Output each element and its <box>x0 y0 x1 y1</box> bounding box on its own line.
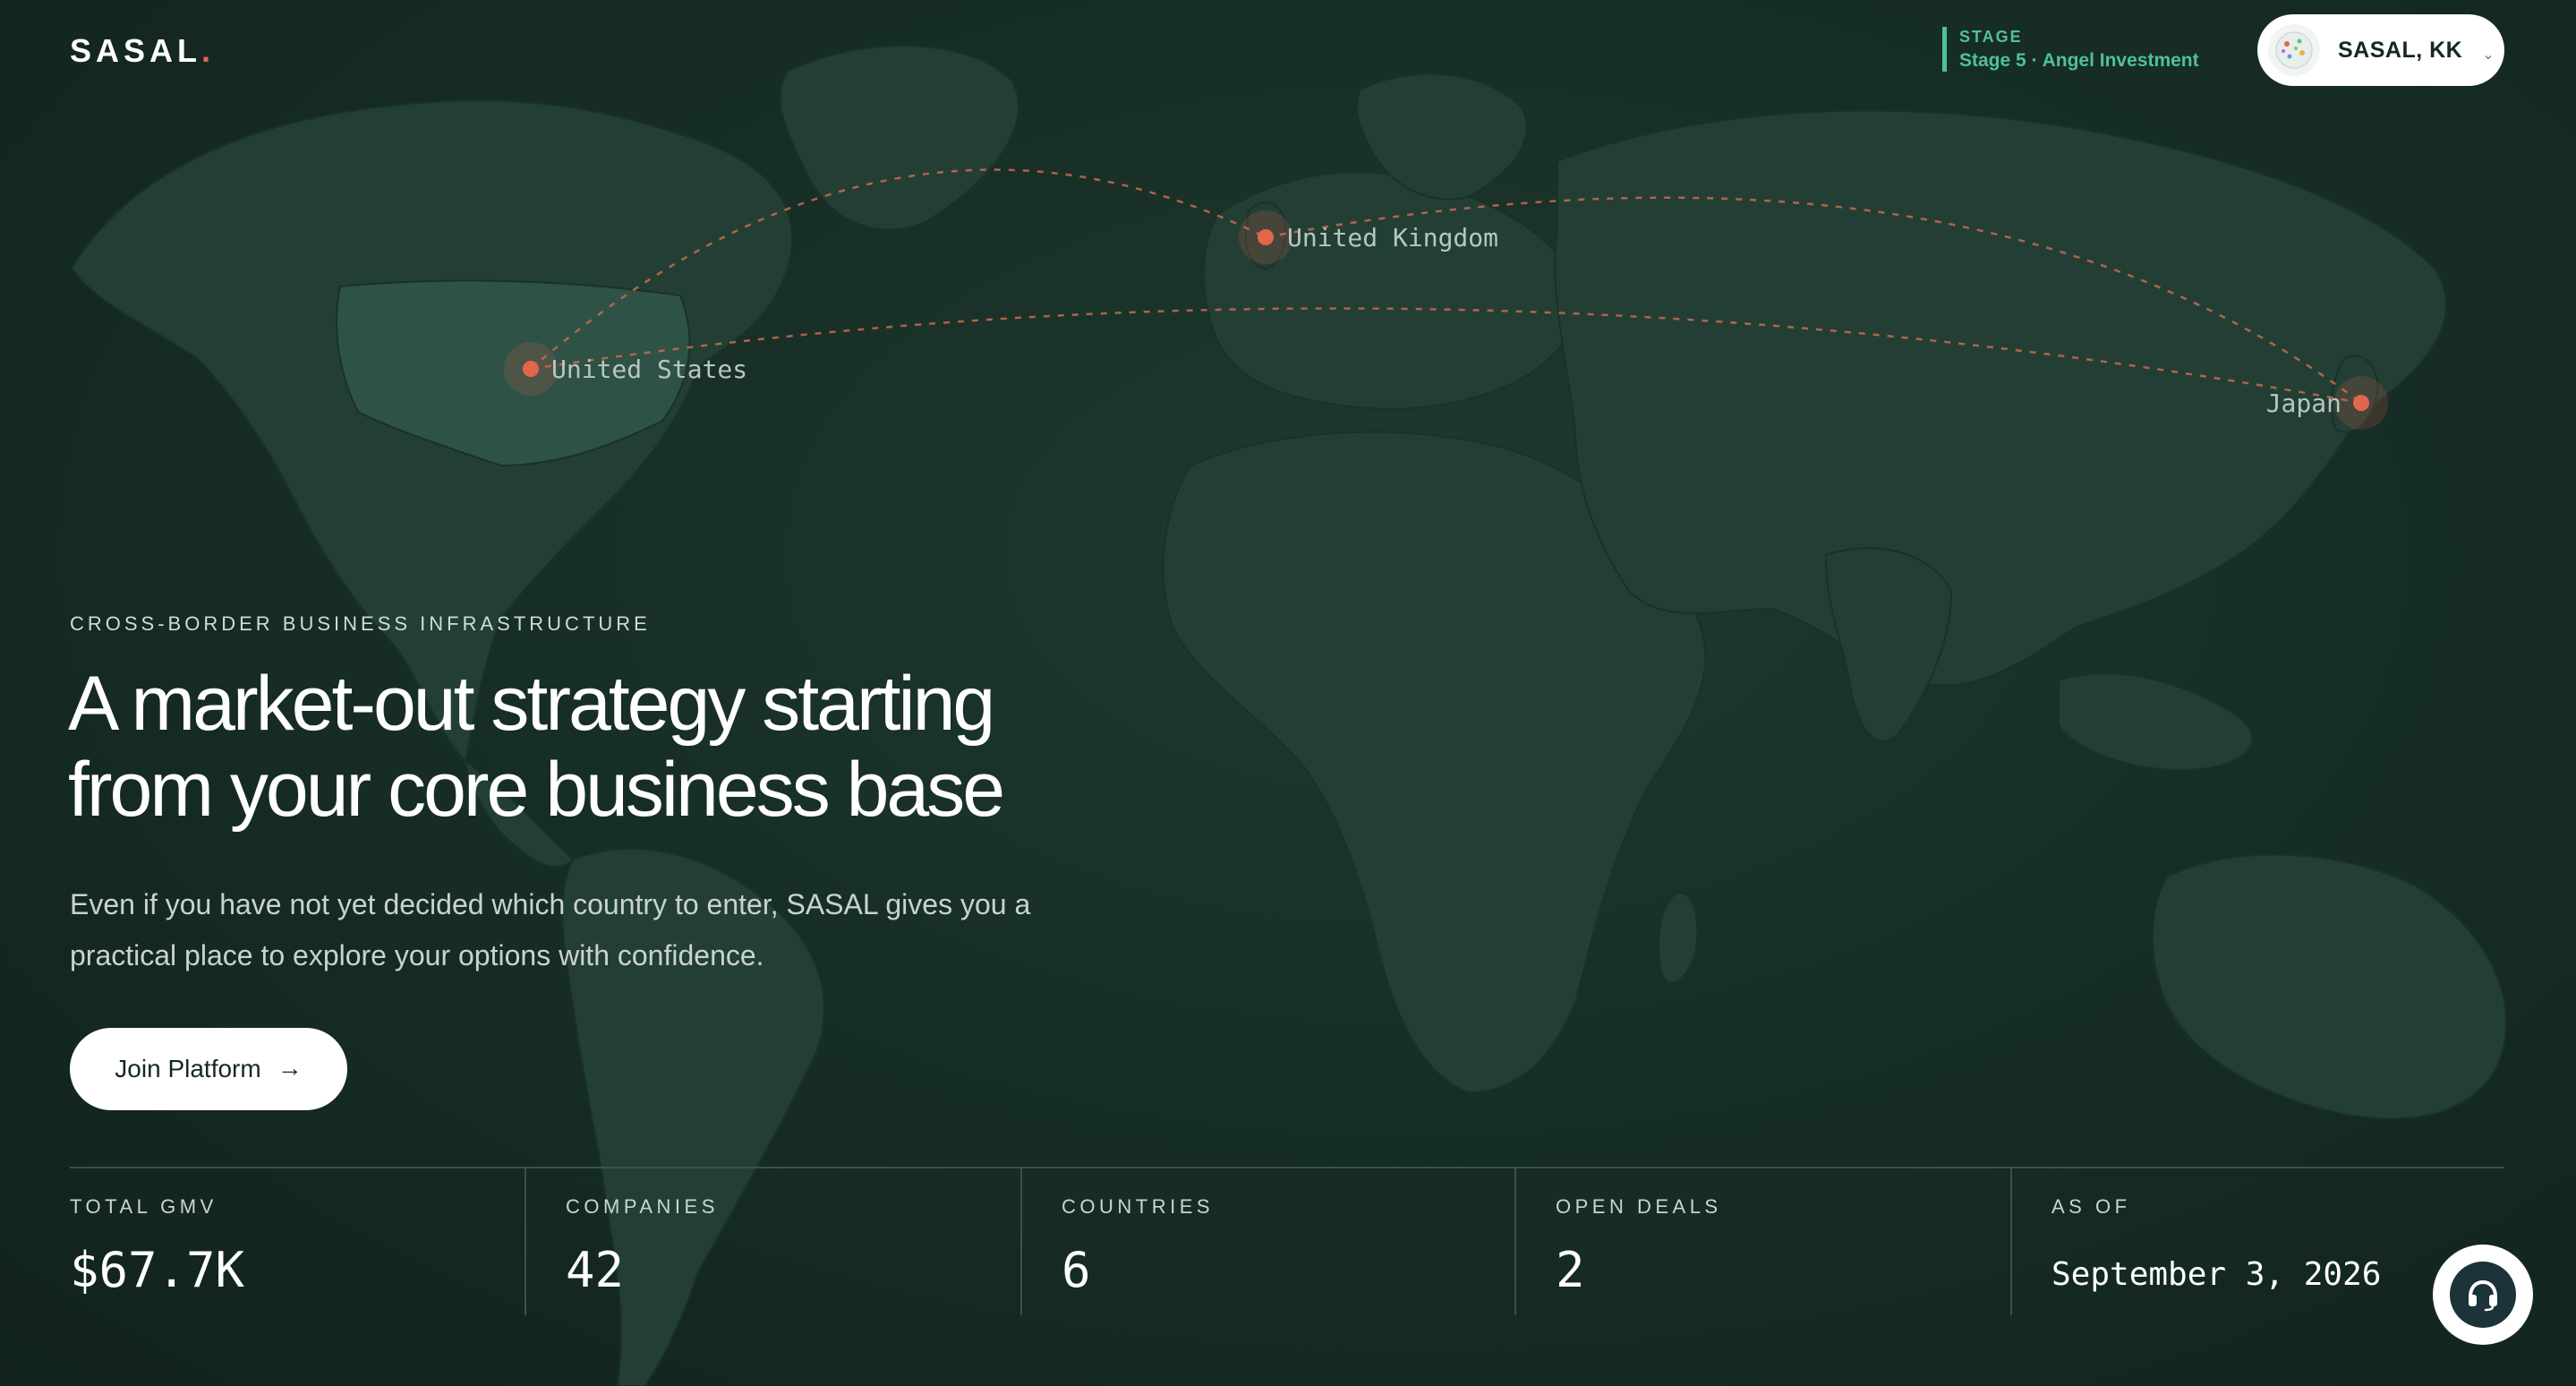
stat-value: 42 <box>566 1242 625 1298</box>
stat-total-gmv: TOTAL GMV $67.7K <box>70 1168 525 1315</box>
hero-subtext: Even if you have not yet decided which c… <box>70 879 1198 981</box>
marker-united-kingdom[interactable] <box>1239 210 1292 264</box>
globe-icon <box>2268 24 2320 76</box>
stats-bar: TOTAL GMV $67.7K COMPANIES 42 COUNTRIES … <box>70 1167 2504 1315</box>
join-platform-label: Join Platform <box>115 1055 261 1082</box>
marker-japan[interactable] <box>2334 376 2388 430</box>
stat-divider <box>2010 1168 2012 1315</box>
arrow-right-icon: → <box>277 1054 303 1082</box>
stat-label: COMPANIES <box>566 1195 719 1218</box>
hero-eyebrow: CROSS-BORDER BUSINESS INFRASTRUCTURE <box>70 612 651 635</box>
stat-label: COUNTRIES <box>1062 1195 1215 1218</box>
stat-value: $67.7K <box>70 1242 245 1298</box>
chevron-down-icon: ⌄ <box>2482 47 2495 63</box>
hero-subtext-line-2: practical place to explore your options … <box>70 939 764 971</box>
stat-as-of: AS OF September 3, 2026 <box>2010 1168 2504 1315</box>
hero-headline-line-1: A market-out strategy starting <box>68 661 995 747</box>
stat-label: AS OF <box>2051 1195 2131 1218</box>
hero-subtext-line-1: Even if you have not yet decided which c… <box>70 888 1031 920</box>
stage-indicator: STAGE Stage 5 · Angel Investment <box>1942 27 2199 72</box>
southeast-asia-landmass <box>2058 672 2253 772</box>
hero-headline: A market-out strategy starting from your… <box>68 661 1232 833</box>
brand-name: SASAL <box>70 32 202 69</box>
stat-divider <box>525 1168 526 1315</box>
label-united-states: United States <box>551 355 747 384</box>
support-button[interactable] <box>2433 1245 2533 1345</box>
company-switcher[interactable]: SASAL, KK ⌄ <box>2257 14 2504 86</box>
stage-label: STAGE <box>1959 28 2023 46</box>
stat-divider <box>1020 1168 1022 1315</box>
label-japan: Japan <box>2266 389 2341 418</box>
stat-divider <box>1514 1168 1516 1315</box>
brand-dot: . <box>201 32 216 69</box>
madagascar-landmass <box>1658 893 1699 984</box>
india-landmass <box>1824 547 1953 742</box>
australia-landmass <box>2152 853 2507 1120</box>
label-united-kingdom: United Kingdom <box>1287 223 1498 252</box>
stat-label: OPEN DEALS <box>1556 1195 1722 1218</box>
stat-countries: COUNTRIES 6 <box>1020 1168 1514 1315</box>
brand-logo[interactable]: SASAL. <box>70 32 215 70</box>
stat-value: 6 <box>1062 1242 1091 1298</box>
stat-value: 2 <box>1556 1242 1585 1298</box>
headset-icon <box>2450 1262 2516 1328</box>
stat-companies: COMPANIES 42 <box>525 1168 1020 1315</box>
join-platform-button[interactable]: Join Platform → <box>70 1028 347 1110</box>
stat-open-deals: OPEN DEALS 2 <box>1514 1168 2010 1315</box>
stat-label: TOTAL GMV <box>70 1195 218 1218</box>
hero-headline-line-2: from your core business base <box>68 747 1005 833</box>
marker-united-states[interactable] <box>504 342 558 396</box>
stage-value: Stage 5 · Angel Investment <box>1959 50 2199 71</box>
company-name: SASAL, KK <box>2338 37 2463 63</box>
stat-value: September 3, 2026 <box>2051 1256 2382 1293</box>
greenland-landmass <box>779 45 1019 231</box>
page-root: United States United Kingdom Japan SASAL… <box>0 0 2576 1386</box>
